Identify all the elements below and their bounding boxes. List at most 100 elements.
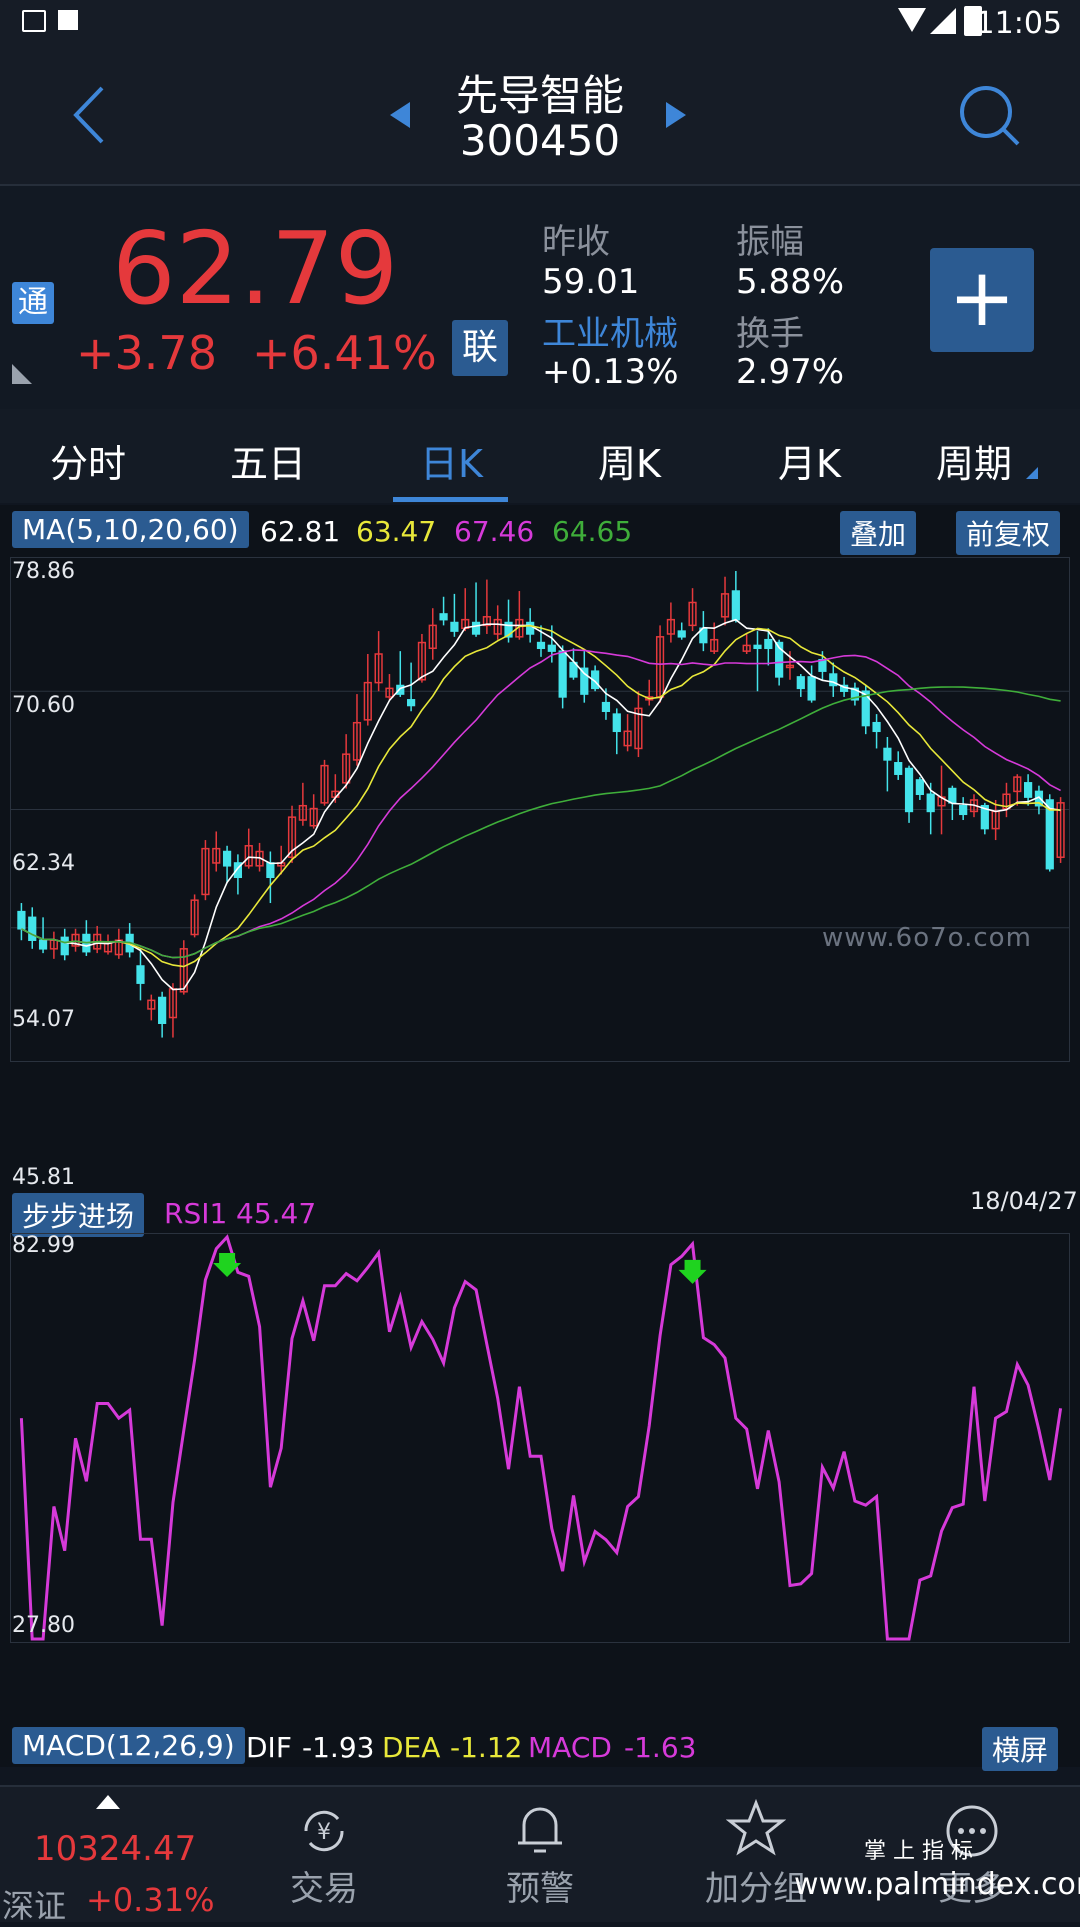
candle-body <box>547 644 556 652</box>
prev-close-label: 昨收 <box>542 222 610 262</box>
amplitude-value: 5.88% <box>736 262 845 302</box>
ma20-line <box>21 649 1061 959</box>
index-name: 深证 <box>2 1887 67 1925</box>
candle-body <box>60 936 69 956</box>
candle-body <box>753 644 762 650</box>
candle-body <box>894 762 903 775</box>
rsi-max-label: 82.99 <box>12 1233 75 1258</box>
macd-label: MACD <box>528 1731 612 1764</box>
active-tab-indicator <box>393 497 508 502</box>
ma60-line <box>21 686 1061 959</box>
candle-body <box>818 658 827 672</box>
candle-body <box>883 747 892 761</box>
expand-corner-icon[interactable] <box>10 362 34 386</box>
tab-monthly-k[interactable]: 月K <box>778 433 841 488</box>
ma10-value: 63.47 <box>356 515 437 548</box>
period-tabs: 分时 五日 日K 周K 月K 周期 <box>0 409 1080 503</box>
strategy-badge[interactable]: 步步进场 <box>12 1193 145 1237</box>
search-icon[interactable] <box>958 84 1022 148</box>
stock-nav-bar: 先导智能 300450 <box>0 44 1080 184</box>
stock-name: 先导智能 <box>455 71 624 120</box>
nav-trade[interactable]: ¥ 交易 <box>216 1787 432 1922</box>
candle-body <box>28 916 37 941</box>
tab-intraday[interactable]: 分时 <box>50 433 126 488</box>
palmindex-watermark-url: www.palmindex.com <box>794 1867 1080 1902</box>
candle-body <box>266 862 275 879</box>
nav-alert-label: 预警 <box>506 1869 574 1909</box>
index-ticker[interactable]: 10324.47 深证 +0.31% <box>0 1787 216 1925</box>
chart-area[interactable]: MA(5,10,20,60) 62.81 63.47 67.46 64.65 叠… <box>0 505 1080 1771</box>
candle-body <box>731 590 740 621</box>
rsi-date: 18/04/27 <box>970 1187 1078 1215</box>
candle-body <box>948 787 957 804</box>
candle-body <box>807 676 816 701</box>
candle-body <box>450 621 459 632</box>
bottom-navigation: 10324.47 深证 +0.31% ¥ 交易 预警 加分组 更多 掌 上 指 … <box>0 1785 1080 1925</box>
candle-body <box>872 721 881 733</box>
amplitude-label: 振幅 <box>736 222 804 262</box>
lian-badge[interactable]: 联 <box>452 320 508 376</box>
text-icon <box>58 10 78 30</box>
bell-icon <box>518 1807 562 1853</box>
adjust-mode-button[interactable]: 前复权 <box>956 511 1061 555</box>
ma-indicator-badge[interactable]: MA(5,10,20,60) <box>12 511 249 548</box>
tong-badge: 通 <box>12 282 54 324</box>
macd-indicator-badge[interactable]: MACD(12,26,9) <box>12 1727 245 1764</box>
candle-body <box>580 667 589 695</box>
candle-body <box>904 767 914 813</box>
dea-label: DEA <box>382 1731 441 1764</box>
star-icon <box>726 1799 786 1856</box>
index-change: +0.31% <box>86 1881 215 1919</box>
rsi-min-label: 27.80 <box>12 1613 75 1638</box>
clock: 11:05 <box>975 6 1062 41</box>
index-value: 10324.47 <box>34 1829 197 1869</box>
candlestick-chart[interactable] <box>10 557 1070 1062</box>
price-change: +3.78 <box>76 326 217 380</box>
candle-body <box>915 779 924 796</box>
next-stock-icon[interactable] <box>664 100 688 130</box>
price-tick-label: 62.34 <box>12 851 75 876</box>
signal-icon <box>930 8 956 34</box>
candle-body <box>526 621 535 635</box>
candle-body <box>406 699 416 707</box>
add-to-watchlist-button[interactable]: + <box>930 248 1034 352</box>
candle-body <box>222 850 232 867</box>
rsi-frame <box>10 1233 1070 1643</box>
gallery-icon <box>22 10 46 32</box>
watermark: www.6o7o.com <box>822 923 1032 953</box>
stock-code: 300450 <box>459 116 621 165</box>
svg-text:¥: ¥ <box>317 1820 331 1845</box>
candle-body <box>536 641 546 650</box>
candle-body <box>612 713 621 733</box>
tab-period[interactable]: 周期 <box>936 433 1012 488</box>
tab-weekly-k[interactable]: 周K <box>598 433 661 488</box>
candle-body <box>158 996 167 1024</box>
landscape-button[interactable]: 横屏 <box>982 1727 1059 1771</box>
dropdown-triangle-icon <box>1026 467 1038 479</box>
price-tick-label: 45.81 <box>12 1165 75 1190</box>
tab-daily-k[interactable]: 日K <box>420 433 483 488</box>
nav-alert[interactable]: 预警 <box>432 1787 648 1922</box>
ma20-value: 67.46 <box>454 515 535 548</box>
wifi-icon <box>898 8 926 32</box>
collapse-up-icon <box>96 1795 120 1809</box>
candle-body <box>17 910 26 930</box>
industry-link[interactable]: 工业机械 <box>542 306 678 355</box>
current-price: 62.79 <box>112 210 399 327</box>
candle-body <box>136 965 145 984</box>
palmindex-watermark-cn: 掌 上 指 标 <box>864 1839 973 1864</box>
candle-body <box>558 650 567 698</box>
quote-panel: 通 62.79 +3.78 +6.41% 联 昨收 59.01 工业机械 +0.… <box>0 184 1080 411</box>
price-tick-label: 78.86 <box>12 559 75 584</box>
rsi-value: 45.47 <box>236 1197 317 1230</box>
candle-body <box>601 701 611 713</box>
price-tick-label: 70.60 <box>12 693 75 718</box>
candle-body <box>471 621 481 635</box>
candle-body <box>1024 782 1033 798</box>
prev-close-value: 59.01 <box>542 262 640 302</box>
macd-value: -1.63 <box>624 1731 697 1764</box>
tab-five-day[interactable]: 五日 <box>230 433 306 488</box>
overlay-button[interactable]: 叠加 <box>840 511 917 555</box>
turnover-label: 换手 <box>736 314 804 354</box>
rsi-chart[interactable] <box>10 1233 1070 1643</box>
